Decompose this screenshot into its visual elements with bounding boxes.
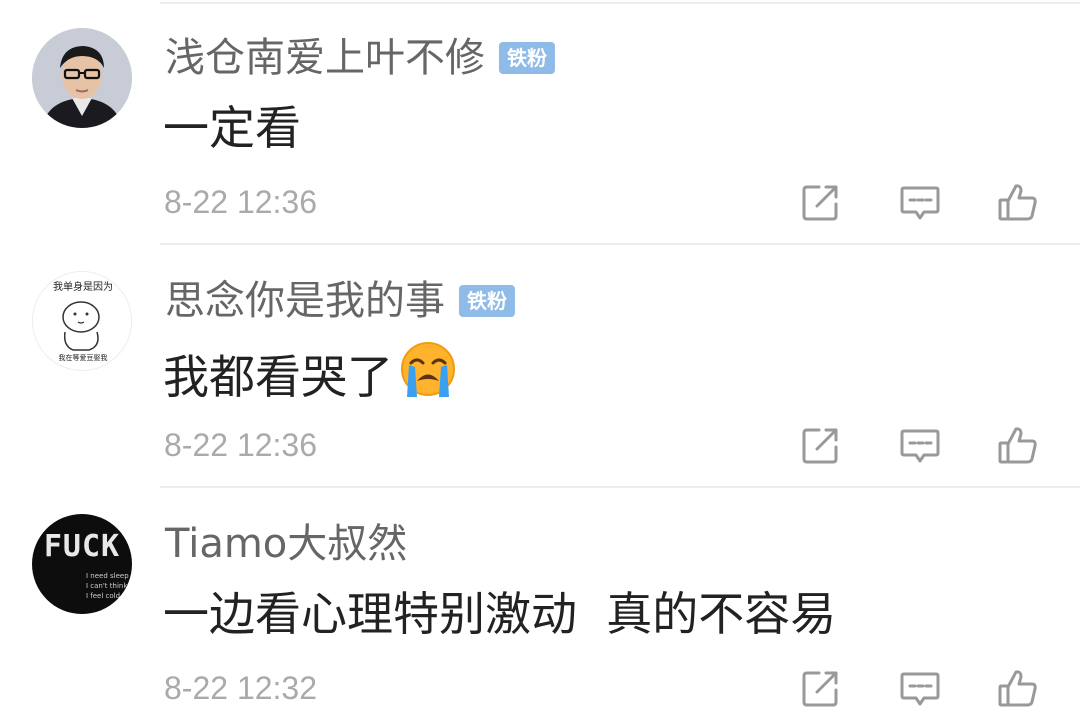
comment-text: 一定看 — [163, 98, 301, 158]
timestamp: 8-22 12:36 — [164, 184, 318, 220]
comment-item: FUCK I need sleep I can't think I feel c… — [0, 486, 1080, 709]
thumbs-up-icon — [998, 184, 1037, 221]
username[interactable]: 浅仓南爱上叶不修 — [165, 32, 485, 84]
fan-badge: 铁粉 — [499, 42, 555, 74]
avatar-line: I need sleep — [86, 572, 129, 580]
like-button[interactable] — [996, 423, 1040, 467]
share-button[interactable] — [799, 180, 843, 224]
like-button[interactable] — [996, 180, 1040, 224]
black-text-avatar-image: FUCK I need sleep I can't think I feel c… — [32, 514, 132, 614]
avatar[interactable]: FUCK I need sleep I can't think I feel c… — [32, 514, 132, 614]
cartoon-sketch-avatar-image: 我单身是因为 我在等爱豆娶我 — [33, 272, 131, 370]
username[interactable]: 思念你是我的事 — [165, 275, 445, 327]
male-portrait-avatar-image — [32, 28, 132, 128]
avatar-line: I can't think — [86, 582, 128, 590]
avatar-caption-bottom: 我在等爱豆娶我 — [59, 353, 108, 362]
comment-text-content: 一定看 — [163, 101, 301, 155]
reply-comment-icon — [900, 429, 940, 463]
comment-text: 一边看心理特别激动 真的不容易 — [163, 584, 836, 644]
avatar[interactable] — [32, 28, 132, 128]
comment-item: 我单身是因为 我在等爱豆娶我 思念你是我的事 铁粉 我都看哭了 8-22 12:… — [0, 243, 1080, 488]
share-button[interactable] — [799, 666, 843, 709]
share-icon — [802, 671, 838, 707]
comment-text: 我都看哭了 — [163, 341, 457, 413]
avatar[interactable]: 我单身是因为 我在等爱豆娶我 — [32, 271, 132, 371]
comment-text-content: 我都看哭了 — [163, 350, 393, 404]
share-icon — [802, 428, 838, 464]
fan-badge: 铁粉 — [459, 285, 515, 317]
reply-button[interactable] — [898, 666, 942, 709]
like-button[interactable] — [996, 666, 1040, 709]
thumbs-up-icon — [998, 670, 1037, 707]
username[interactable]: Tiamo大叔然 — [165, 518, 407, 570]
timestamp: 8-22 12:32 — [164, 670, 318, 706]
reply-button[interactable] — [898, 423, 942, 467]
share-button[interactable] — [799, 423, 843, 467]
avatar-title: FUCK — [44, 529, 120, 564]
reply-button[interactable] — [898, 180, 942, 224]
comment-text-content: 一边看心理特别激动 真的不容易 — [163, 587, 837, 641]
loudly-crying-face-emoji — [399, 341, 457, 413]
thumbs-up-icon — [998, 427, 1037, 464]
avatar-line: I feel cold — [86, 592, 120, 600]
share-icon — [802, 185, 838, 221]
reply-comment-icon — [900, 186, 940, 220]
comment-list: 浅仓南爱上叶不修 铁粉 一定看 8-22 12:36 我单身是因为 我在等爱豆娶… — [0, 0, 1080, 709]
timestamp: 8-22 12:36 — [164, 427, 318, 463]
reply-comment-icon — [900, 672, 940, 706]
comment-item: 浅仓南爱上叶不修 铁粉 一定看 8-22 12:36 — [0, 0, 1080, 245]
avatar-caption-top: 我单身是因为 — [53, 280, 113, 293]
